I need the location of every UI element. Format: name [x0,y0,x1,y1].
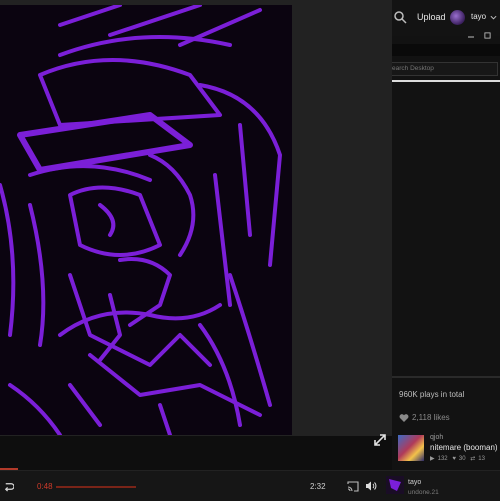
username-label[interactable]: tayo [471,12,486,21]
cast-icon[interactable] [347,481,359,492]
track-title[interactable]: nitemare (booman) [430,443,498,452]
now-playing-title[interactable]: undone.21 [408,489,439,496]
progress-bar[interactable] [56,486,136,488]
top-header: Upload tayo [392,0,500,39]
window-strip [392,44,500,56]
maximize-icon[interactable] [484,32,491,39]
play-count: 132 [437,456,448,462]
repeat-icon[interactable] [3,481,14,492]
track-stats: ▶ 132 ♥ 30 ⇄ 13 [430,455,488,462]
expand-icon[interactable] [372,432,388,448]
play-count-icon: ▶ [430,456,435,462]
divider [392,80,500,82]
volume-icon[interactable] [365,480,377,492]
current-time: 0:48 [37,482,53,491]
repost-icon: ⇄ [470,456,476,462]
like-count: 30 [458,456,466,462]
avatar[interactable] [450,10,465,25]
upload-link[interactable]: Upload [417,12,446,22]
related-track-item[interactable]: qjoh nitemare (booman) ▶ 132 ♥ 30 ⇄ 13 [398,434,500,464]
total-time: 2:32 [310,482,326,491]
now-playing-user[interactable]: tayo [408,479,421,486]
likes-count: 2,118 likes [412,413,450,422]
search-icon[interactable] [392,9,408,25]
minimize-icon[interactable] [467,30,475,38]
heart-icon: ♥ [452,456,456,462]
chevron-down-icon[interactable] [490,14,497,21]
track-thumbnail[interactable] [398,435,424,461]
divider [392,376,500,378]
search-input[interactable] [392,62,498,76]
total-plays-text: 960K plays in total [399,390,465,399]
track-user[interactable]: qjoh [430,434,443,441]
page-side-column: Upload tayo 960K plays in total 2,118 li… [392,0,500,470]
heart-icon [399,414,409,422]
track-artwork-image [0,5,292,435]
now-playing-artwork[interactable] [386,476,404,494]
artwork-overlay[interactable] [0,0,392,446]
repost-count: 13 [478,456,485,462]
